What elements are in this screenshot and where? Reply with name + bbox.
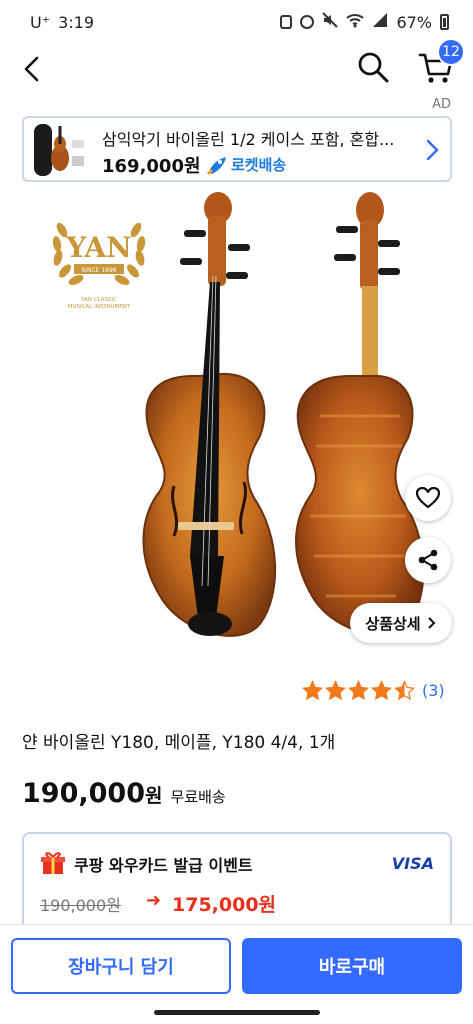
back-button[interactable]: [18, 54, 48, 84]
logo-since: SINCE 1996: [81, 267, 116, 274]
ad-label: AD: [432, 97, 451, 112]
ad-banner[interactable]: 삼익악기 바이올린 1/2 케이스 포함, 혼합... 169,000원 로켓배…: [22, 116, 452, 182]
card-event-title: 쿠팡 와우카드 발급 이벤트: [74, 856, 253, 875]
review-count[interactable]: (3): [422, 681, 445, 700]
card-sale-price: 175,000원: [172, 894, 277, 916]
star-icon: [302, 680, 323, 701]
status-bar: U⁺ 3:19 67%: [0, 0, 473, 44]
star-icon: [348, 680, 369, 701]
screenshot-icon: [280, 15, 293, 29]
status-left: U⁺ 3:19: [30, 13, 94, 32]
bottom-action-bar: 장바구니 담기 바로구매: [0, 924, 473, 1006]
home-indicator[interactable]: [154, 1010, 320, 1015]
logo-sub1: YAN CLASSIC: [80, 297, 117, 303]
star-icon: [394, 680, 415, 701]
carrier-label: U⁺: [30, 12, 51, 32]
cart-count-badge: 12: [437, 38, 465, 66]
alarm-icon: [300, 15, 315, 29]
share-icon: [418, 549, 438, 571]
mute-icon: [322, 12, 339, 32]
share-button[interactable]: [405, 537, 451, 583]
star-icon: [371, 680, 392, 701]
search-icon: [358, 52, 389, 83]
violin-front-image: [142, 192, 276, 637]
visa-logo: VISA: [391, 854, 434, 873]
product-title: 얀 바이올린 Y180, 메이플, Y180 4/4, 1개: [22, 733, 336, 753]
rocket-delivery-badge: 로켓배송: [206, 154, 286, 175]
signal-icon: [372, 12, 388, 32]
star-icon: [325, 680, 346, 701]
buy-now-button[interactable]: 바로구매: [242, 938, 462, 994]
battery-level: 67%: [396, 12, 432, 32]
product-price: 190,000: [22, 778, 145, 809]
system-nav-bar: [0, 1006, 473, 1024]
star-rating: [302, 680, 415, 701]
original-price: 190,000원: [40, 896, 121, 915]
battery-icon: [440, 14, 449, 30]
chevron-right-icon: [427, 617, 436, 629]
shipping-info: 무료배송: [170, 788, 226, 806]
price-unit: 원: [144, 785, 163, 807]
price-row: 190,000 원 무료배송: [22, 778, 226, 809]
chevron-left-icon: [24, 56, 39, 82]
search-button[interactable]: [356, 50, 390, 84]
arrow-right-icon: ➜: [146, 890, 162, 911]
heart-icon: [415, 486, 441, 509]
rating[interactable]: (3): [302, 680, 445, 701]
product-image-gallery[interactable]: YAN SINCE 1996 YAN CLASSIC MUSICAL INSTR…: [0, 186, 473, 666]
rocket-icon: [206, 156, 226, 175]
status-right: 67%: [280, 12, 449, 32]
wifi-icon: [346, 12, 365, 32]
ad-chevron: [422, 138, 442, 162]
ad-thumbnail: [30, 122, 88, 178]
ad-title: 삼익악기 바이올린 1/2 케이스 포함, 혼합...: [102, 130, 395, 149]
violin-back-image: [295, 192, 425, 636]
clock: 3:19: [58, 12, 95, 32]
product-detail-label: 상품상세: [365, 614, 421, 633]
add-to-cart-button[interactable]: 장바구니 담기: [11, 938, 231, 994]
chevron-right-icon: [426, 139, 439, 161]
ad-price: 169,000원: [102, 156, 201, 177]
top-header: [0, 44, 473, 94]
wishlist-button[interactable]: [405, 475, 451, 521]
product-detail-button[interactable]: 상품상세: [350, 603, 452, 643]
gift-icon: [40, 850, 66, 876]
rocket-delivery-label: 로켓배송: [231, 156, 287, 174]
